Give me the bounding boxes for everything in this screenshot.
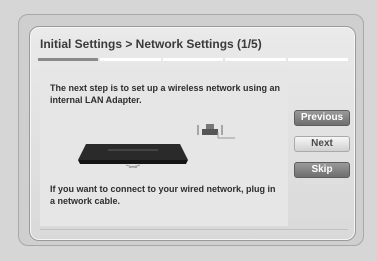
- progress-segment: [38, 58, 99, 61]
- instruction-text: The next step is to set up a wireless ne…: [50, 83, 281, 105]
- next-button[interactable]: Next: [294, 136, 350, 152]
- dialog-footer-divider: [40, 229, 348, 230]
- progress-segment: [287, 58, 349, 61]
- dialog-title: Initial Settings > Network Settings (1/5…: [40, 37, 262, 51]
- lan-cable-icon: [197, 124, 235, 139]
- progress-segment: [225, 58, 286, 61]
- step-progress-bar: [38, 58, 349, 61]
- bluray-player-icon: [78, 144, 188, 168]
- skip-button[interactable]: Skip: [294, 162, 350, 178]
- progress-segment: [100, 58, 161, 61]
- previous-button[interactable]: Previous: [294, 110, 350, 126]
- wired-hint-text: If you want to connect to your wired net…: [50, 184, 276, 206]
- progress-segment: [162, 58, 224, 61]
